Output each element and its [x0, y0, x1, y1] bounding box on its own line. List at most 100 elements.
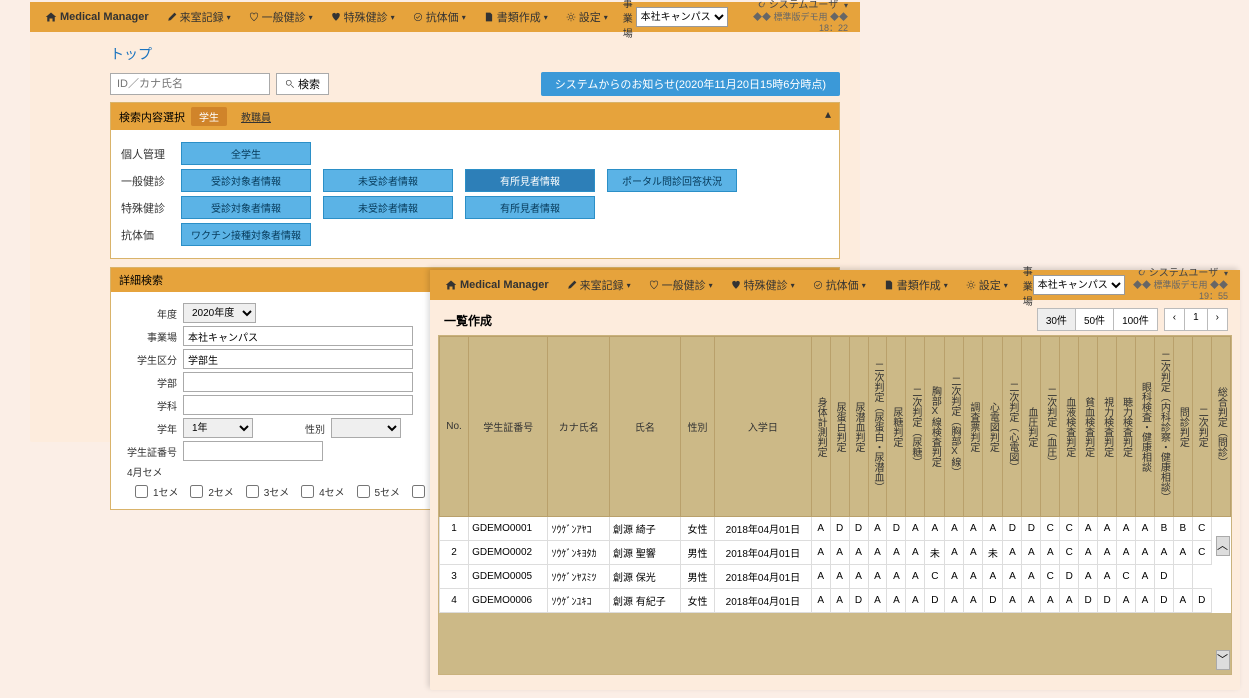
user-area-2[interactable]: システムユーザ ▾ ◆◆ 標準版デモ用 ◆◆ 19：55	[1125, 266, 1234, 304]
col-header-vertical: 血圧判定	[1022, 337, 1041, 517]
grade-cell: A	[1022, 541, 1041, 565]
search-row: 検索 システムからのお知らせ(2020年11月20日15時6分時点)	[110, 72, 840, 96]
sem-checkbox[interactable]	[246, 485, 259, 498]
result-table: No.学生証番号カナ氏名氏名性別入学日身体計測判定尿蛋白判定尿潜血判定二次判定（…	[439, 336, 1231, 613]
category-label: 抗体価	[121, 227, 181, 243]
category-button[interactable]: 有所見者情報	[465, 196, 595, 219]
grade-cell: A	[1022, 589, 1041, 613]
sem-checkbox[interactable]	[357, 485, 370, 498]
year-select[interactable]: 2020年度	[183, 303, 256, 323]
nav-docs-2[interactable]: 書類作成▾	[875, 277, 957, 293]
col-header-vertical: 尿糖判定	[887, 337, 906, 517]
sem-check[interactable]: 1セメ	[131, 482, 178, 501]
grade-cell: A	[964, 589, 983, 613]
grade-cell: C	[925, 565, 945, 589]
sem-checkbox[interactable]	[135, 485, 148, 498]
sem-label: 4月セメ	[127, 464, 162, 479]
site-select-1[interactable]: 本社キャンパス	[636, 7, 728, 27]
caret-icon: ▾	[944, 281, 948, 290]
category-button[interactable]: 受診対象者情報	[181, 169, 311, 192]
category-button[interactable]: ワクチン接種対象者情報	[181, 223, 311, 246]
grade-cell: A	[906, 589, 925, 613]
caret-icon: ▾	[862, 281, 866, 290]
site-input[interactable]	[183, 326, 413, 346]
pagesize-button[interactable]: 30件	[1037, 308, 1076, 331]
scrollbar-down-icon[interactable]: ﹀	[1216, 650, 1230, 670]
grade-cell: A	[945, 589, 964, 613]
grade-cell: A	[830, 541, 849, 565]
nav-docs[interactable]: 書類作成▾	[475, 9, 557, 25]
grade-cell: A	[1041, 541, 1060, 565]
category-button[interactable]: 未受診者情報	[323, 169, 453, 192]
sem-checkbox[interactable]	[190, 485, 203, 498]
idcard-input[interactable]	[183, 441, 323, 461]
grade-cell: A	[1003, 565, 1022, 589]
brand-1[interactable]: Medical Manager	[36, 9, 158, 25]
nav-visit[interactable]: 来室記録▾	[158, 9, 240, 25]
dept-input[interactable]	[183, 395, 413, 415]
pager-button[interactable]: ›	[1208, 308, 1228, 331]
table-row[interactable]: 4GDEMO0006ｿｳｹﾞﾝﾕｷｺ創源 有紀子女性2018年04月01日AAD…	[440, 589, 1231, 613]
nav-visit-2[interactable]: 来室記録▾	[558, 277, 640, 293]
table-row[interactable]: 2GDEMO0002ｿｳｹﾞﾝｷﾖﾀｶ創源 聖響男性2018年04月01日AAA…	[440, 541, 1231, 565]
nav-general-2[interactable]: 一般健診▾	[640, 277, 722, 293]
site-selector-2: 事業場 本社キャンパス	[1023, 263, 1125, 308]
grade-cell: A	[1136, 541, 1155, 565]
category-row: 一般健診受診対象者情報未受診者情報有所見者情報ポータル問診回答状況	[121, 169, 829, 192]
scrollbar-up-icon[interactable]: ︿	[1216, 536, 1230, 556]
nav-settings-2[interactable]: 設定▾	[957, 277, 1017, 293]
grade-cell: A	[964, 541, 983, 565]
division-input[interactable]	[183, 349, 413, 369]
pager-button[interactable]: 1	[1185, 308, 1208, 331]
sex-select[interactable]	[331, 418, 401, 438]
grade-label: 学年	[121, 421, 177, 436]
pager-button[interactable]: ‹	[1164, 308, 1185, 331]
grade-cell: D	[1154, 589, 1173, 613]
collapse-icon[interactable]: ▴	[825, 107, 831, 121]
caret-icon: ▾	[709, 281, 713, 290]
user-area-1[interactable]: システムユーザ ▾ ◆◆ 標準版デモ用 ◆◆ 18：22	[728, 0, 854, 36]
win2-body: 一覧作成 30件50件100件‹1› No.学生証番号カナ氏名氏名性別入学日身体…	[430, 300, 1240, 681]
grade-cell: A	[1003, 589, 1022, 613]
cell: 女性	[680, 589, 714, 613]
nav-antibody[interactable]: 抗体価▾	[404, 9, 475, 25]
cell: GDEMO0006	[469, 589, 548, 613]
sem-checkbox[interactable]	[301, 485, 314, 498]
search-button[interactable]: 検索	[276, 73, 329, 95]
site-select-2[interactable]: 本社キャンパス	[1033, 275, 1125, 295]
page-title: トップ	[110, 44, 840, 64]
notice-button[interactable]: システムからのお知らせ(2020年11月20日15時6分時点)	[541, 72, 840, 96]
category-button[interactable]: 有所見者情報	[465, 169, 595, 192]
faculty-input[interactable]	[183, 372, 413, 392]
sem-check[interactable]: 2セメ	[186, 482, 233, 501]
grade-cell: A	[1117, 517, 1136, 541]
nav-general[interactable]: 一般健診▾	[240, 9, 322, 25]
sem-check[interactable]: 4セメ	[297, 482, 344, 501]
brand-2[interactable]: Medical Manager	[436, 277, 558, 293]
sem-check[interactable]: 3セメ	[242, 482, 289, 501]
sem-checkbox[interactable]	[412, 485, 425, 498]
grade-select[interactable]: 1年	[183, 418, 253, 438]
nav-special[interactable]: 特殊健診▾	[322, 9, 404, 25]
tab-student[interactable]: 学生	[191, 107, 227, 126]
search-input[interactable]	[110, 73, 270, 95]
nav-settings[interactable]: 設定▾	[557, 9, 617, 25]
clock-1: 18：22	[819, 23, 848, 33]
table-row[interactable]: 1GDEMO0001ｿｳｹﾞﾝｱﾔｺ創源 綺子女性2018年04月01日ADDA…	[440, 517, 1231, 541]
category-button[interactable]: 全学生	[181, 142, 311, 165]
nav-antibody-2[interactable]: 抗体価▾	[804, 277, 875, 293]
nav-special-2[interactable]: 特殊健診▾	[722, 277, 804, 293]
sem-check[interactable]: 5セメ	[353, 482, 400, 501]
category-button[interactable]: 受診対象者情報	[181, 196, 311, 219]
tab-staff[interactable]: 教職員	[233, 107, 279, 126]
pagesize-button[interactable]: 100件	[1114, 308, 1158, 331]
col-header-vertical: 総合判定（問診）	[1211, 337, 1230, 517]
clock-2: 19：55	[1199, 291, 1228, 301]
pagesize-button[interactable]: 50件	[1076, 308, 1114, 331]
idcard-label: 学生証番号	[121, 444, 177, 459]
table-row[interactable]: 3GDEMO0005ｿｳｹﾞﾝﾔｽﾐﾂ創源 保光男性2018年04月01日AAA…	[440, 565, 1231, 589]
nav-antibody-label: 抗体価	[426, 9, 459, 25]
category-button[interactable]: 未受診者情報	[323, 196, 453, 219]
category-button[interactable]: ポータル問診回答状況	[607, 169, 737, 192]
grade-cell: A	[868, 541, 887, 565]
